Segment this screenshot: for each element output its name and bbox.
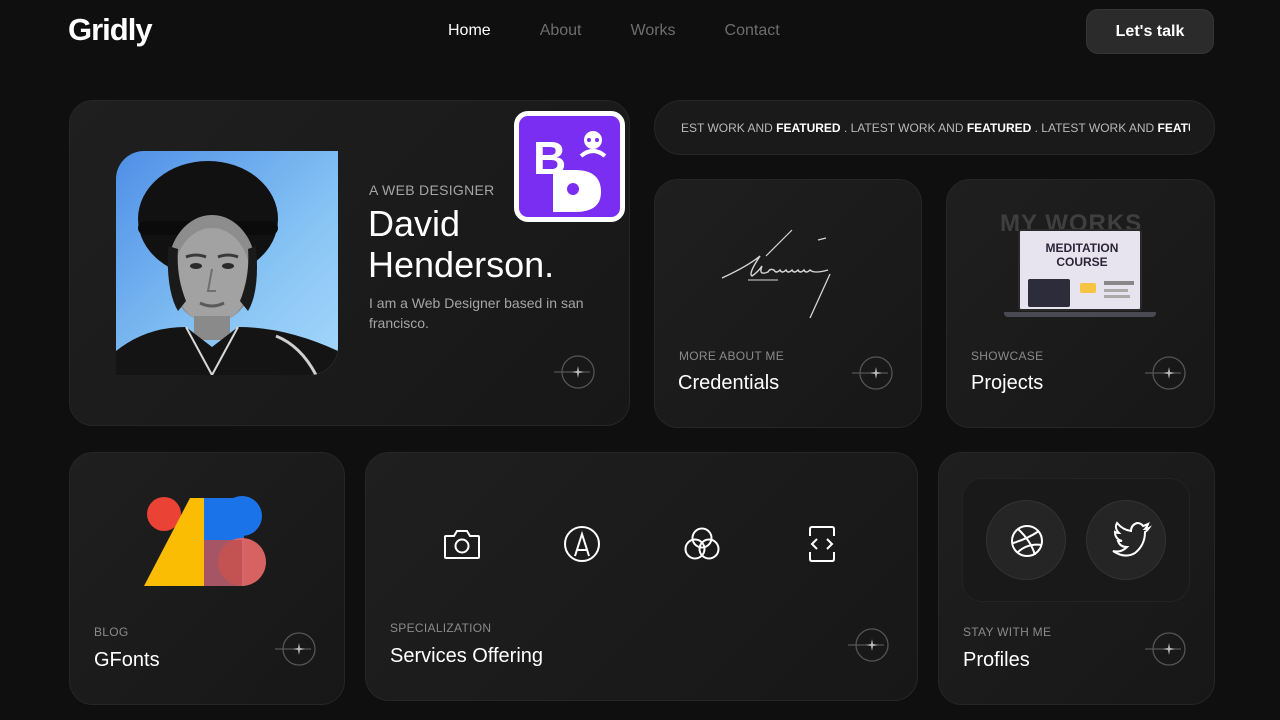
blog-label: BLOG	[94, 625, 129, 639]
hero-description: I am a Web Designer based in san francis…	[369, 295, 584, 331]
twitter-button[interactable]	[1086, 500, 1166, 580]
marquee-banner: EST WORK AND FEATURED . LATEST WORK AND …	[654, 100, 1215, 155]
color-circles-icon	[684, 527, 720, 560]
brand-badge-icon: B	[514, 111, 625, 222]
services-title: Services Offering	[390, 645, 544, 667]
pen-tool-icon	[564, 526, 600, 562]
signature-icon	[721, 229, 831, 319]
services-label: SPECIALIZATION	[390, 621, 492, 635]
page: Gridly Home About Works Contact Let's ta…	[0, 0, 1280, 720]
profiles-title: Profiles	[963, 649, 1030, 671]
camera-icon	[444, 530, 480, 559]
credentials-title: Credentials	[678, 372, 780, 394]
projects-arrow-icon[interactable]	[1143, 350, 1189, 396]
laptop-screen: MEDITATION COURSE	[1018, 229, 1142, 311]
nav-home[interactable]: Home	[448, 22, 491, 40]
projects-label: SHOWCASE	[971, 349, 1044, 363]
credentials-label: MORE ABOUT ME	[679, 349, 785, 363]
nav-works[interactable]: Works	[631, 22, 676, 40]
nav-contact[interactable]: Contact	[725, 22, 780, 40]
laptop-base	[1004, 312, 1156, 317]
profiles-label: STAY WITH ME	[963, 625, 1052, 639]
code-icon	[809, 526, 835, 562]
dribbble-icon	[1011, 525, 1043, 557]
profile-photo	[116, 151, 338, 375]
laptop-screen-title: MEDITATION COURSE	[1045, 241, 1119, 269]
profiles-arrow-icon[interactable]	[1143, 626, 1189, 672]
credentials-arrow-icon[interactable]	[850, 350, 896, 396]
blog-arrow-icon[interactable]	[273, 626, 319, 672]
nav-about[interactable]: About	[540, 22, 582, 40]
services-arrow-icon[interactable]	[846, 622, 892, 668]
marquee-text: EST WORK AND FEATURED . LATEST WORK AND …	[681, 121, 1190, 135]
dribbble-button[interactable]	[986, 500, 1066, 580]
hero-role: A WEB DESIGNER	[369, 182, 495, 198]
hero-arrow-icon[interactable]	[552, 349, 598, 395]
site-logo[interactable]: Gridly	[68, 12, 153, 48]
twitter-icon	[1112, 521, 1152, 557]
gfonts-logo-icon	[144, 496, 266, 586]
lets-talk-button[interactable]: Let's talk	[1086, 9, 1214, 54]
main-nav: Home About Works Contact	[448, 22, 780, 40]
projects-title: Projects	[971, 372, 1044, 394]
blog-title: GFonts	[94, 649, 160, 671]
